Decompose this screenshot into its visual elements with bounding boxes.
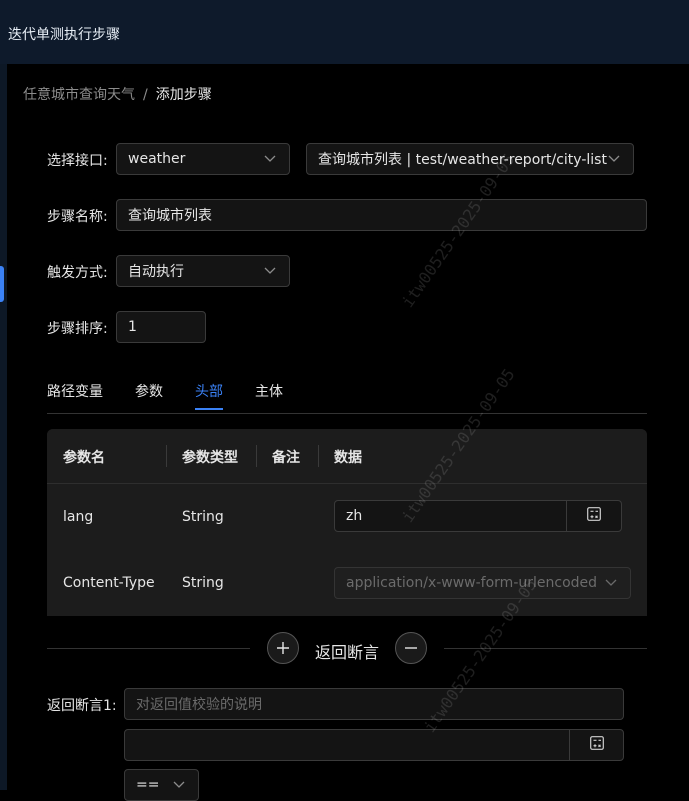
step-order-input[interactable]: 1 xyxy=(116,311,206,343)
chevron-down-icon xyxy=(264,152,278,166)
tab-path-variables[interactable]: 路径变量 xyxy=(47,381,103,401)
tab-body[interactable]: 主体 xyxy=(255,381,283,401)
left-sidebar-strip xyxy=(0,64,7,790)
title-bar: 迭代单测执行步骤 xyxy=(0,0,689,64)
row-param-type: String xyxy=(182,509,224,525)
param-tabs: 路径变量 参数 头部 主体 xyxy=(47,376,647,414)
assertion-variable-picker-button[interactable] xyxy=(569,729,624,761)
add-assertion-button[interactable] xyxy=(267,632,299,664)
section-divider-right xyxy=(444,648,647,649)
table-row: Content-Type String application/x-www-fo… xyxy=(47,550,647,616)
row-data-input[interactable]: zh xyxy=(334,500,567,532)
row-data-value: application/x-www-form-urlencoded xyxy=(346,575,598,591)
headers-table: 参数名 参数类型 备注 数据 lang String zh Content-Ty… xyxy=(47,429,647,616)
breadcrumb-parent-link[interactable]: 任意城市查询天气 xyxy=(23,87,135,103)
assertion-expression-input[interactable] xyxy=(124,729,570,761)
minus-icon xyxy=(404,638,418,658)
breadcrumb: 任意城市查询天气 / 添加步骤 xyxy=(23,84,212,104)
row-param-type: String xyxy=(182,575,224,591)
breadcrumb-current: 添加步骤 xyxy=(155,87,212,103)
column-divider xyxy=(166,445,167,467)
column-divider xyxy=(256,445,257,467)
assertion-description-input[interactable]: 对返回值校验的说明 xyxy=(124,688,624,720)
table-row: lang String zh xyxy=(47,484,647,551)
sidebar-active-indicator xyxy=(0,266,4,302)
chevron-down-icon xyxy=(605,576,619,590)
chevron-down-icon xyxy=(264,264,278,278)
step-name-label: 步骤名称: xyxy=(47,209,108,225)
column-header-name: 参数名 xyxy=(63,450,105,466)
row-data-select-disabled: application/x-www-form-urlencoded xyxy=(334,567,631,599)
chevron-down-icon xyxy=(608,152,622,166)
trigger-label: 触发方式: xyxy=(47,265,108,281)
assertion-operator-value: == xyxy=(136,777,160,793)
calculator-icon xyxy=(589,736,604,754)
row-param-name: Content-Type xyxy=(63,575,155,591)
tab-params[interactable]: 参数 xyxy=(135,381,163,401)
trigger-value: 自动执行 xyxy=(128,264,184,280)
interface-group-value: weather xyxy=(128,151,186,167)
tab-headers[interactable]: 头部 xyxy=(195,381,223,410)
interface-group-select[interactable]: weather xyxy=(116,143,290,175)
column-divider xyxy=(318,445,319,467)
breadcrumb-separator: / xyxy=(143,87,148,103)
assertion-description-placeholder: 对返回值校验的说明 xyxy=(136,697,262,713)
plus-icon xyxy=(276,638,290,658)
trigger-select[interactable]: 自动执行 xyxy=(116,255,290,287)
calculator-icon xyxy=(587,507,601,525)
variable-picker-button[interactable] xyxy=(566,500,622,532)
assertion-section-title: 返回断言 xyxy=(315,643,380,662)
interface-label: 选择接口: xyxy=(47,153,108,169)
column-header-note: 备注 xyxy=(272,450,300,466)
remove-assertion-button[interactable] xyxy=(395,632,427,664)
assertion-1-label: 返回断言1: xyxy=(47,698,117,714)
table-header: 参数名 参数类型 备注 数据 xyxy=(47,429,647,484)
column-header-type: 参数类型 xyxy=(182,450,238,466)
section-divider-left xyxy=(47,648,250,649)
window-title: 迭代单测执行步骤 xyxy=(8,27,120,43)
row-data-value: zh xyxy=(346,508,363,524)
step-order-label: 步骤排序: xyxy=(47,321,108,337)
step-order-value: 1 xyxy=(128,319,137,335)
step-name-input[interactable]: 查询城市列表 xyxy=(116,199,647,231)
interface-api-value: 查询城市列表 | test/weather-report/city-list xyxy=(318,152,607,168)
interface-api-select[interactable]: 查询城市列表 | test/weather-report/city-list xyxy=(306,143,634,175)
assertion-operator-select[interactable]: == xyxy=(124,769,199,801)
column-header-data: 数据 xyxy=(334,450,362,466)
step-name-value: 查询城市列表 xyxy=(128,208,212,224)
row-param-name: lang xyxy=(63,509,94,525)
